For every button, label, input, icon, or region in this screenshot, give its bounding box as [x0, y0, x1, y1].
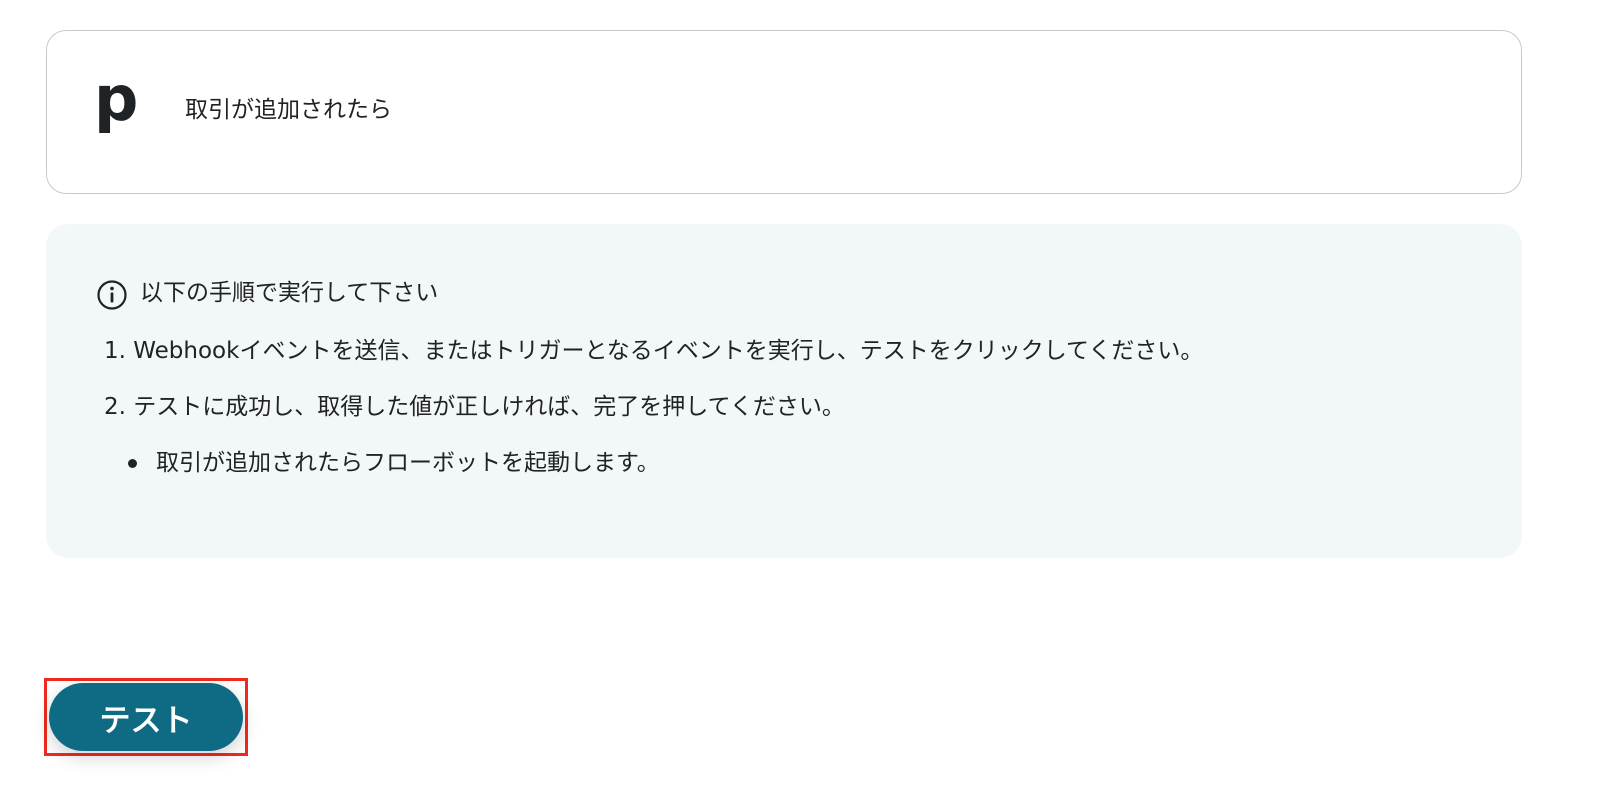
pipedrive-logo-icon: p [94, 74, 138, 135]
app-logo-letter: p [94, 74, 138, 135]
bullet-dot [128, 459, 137, 468]
info-circle-icon [97, 280, 127, 310]
instruction-step-2: 2. テストに成功し、取得した値が正しければ、完了を押してください。 [104, 394, 845, 420]
instructions-title: 以下の手順で実行して下さい [140, 280, 439, 306]
test-button[interactable]: テスト [49, 683, 243, 751]
instruction-step-1: 1. Webhookイベントを送信、またはトリガーとなるイベントを実行し、テスト… [104, 338, 1204, 364]
instruction-bullet-1: 取引が追加されたらフローボットを起動します。 [156, 450, 660, 476]
trigger-title: 取引が追加されたら [185, 97, 392, 123]
